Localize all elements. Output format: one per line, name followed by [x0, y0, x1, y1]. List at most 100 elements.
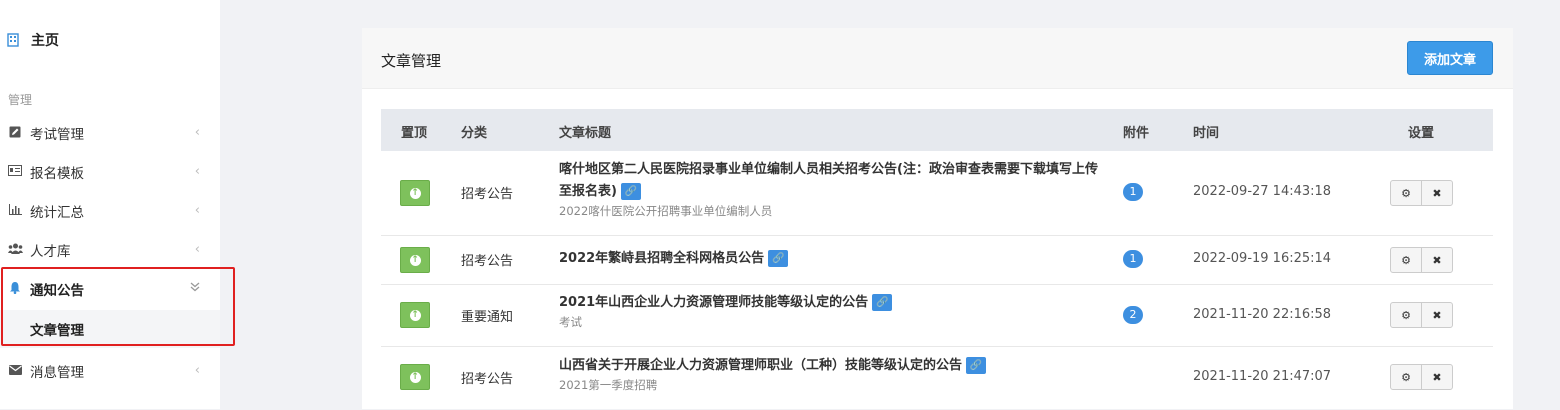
bar-chart-icon — [8, 204, 22, 218]
time-cell: 2021-11-20 21:47:07 — [1193, 369, 1332, 384]
header-category: 分类 — [461, 126, 488, 141]
title-cell: 2022年繁峙县招聘全科网格员公告 🔗 — [559, 248, 1109, 270]
chevron-left-icon: ‹ — [194, 363, 200, 378]
sidebar-item-label: 统计汇总 — [30, 205, 84, 221]
gears-icon: ⚙ — [1401, 370, 1411, 384]
pin-button[interactable]: ↑ — [400, 180, 430, 206]
chevron-left-icon: ‹ — [194, 242, 200, 257]
delete-button[interactable]: ✖ — [1421, 180, 1453, 206]
header-time: 时间 — [1193, 126, 1220, 141]
nav-home[interactable]: 主页 — [0, 30, 220, 50]
sidebar-item-notice[interactable]: 通知公告 — [0, 270, 220, 308]
article-title-line: 山西省关于开展企业人力资源管理师职业（工种）技能等级认定的公告 🔗 — [559, 355, 1109, 377]
title-cell: 2021年山西企业人力资源管理师技能等级认定的公告 🔗 考试 — [559, 292, 1109, 330]
close-icon: ✖ — [1432, 253, 1442, 267]
chevron-left-icon: ‹ — [194, 203, 200, 218]
delete-button[interactable]: ✖ — [1421, 247, 1453, 273]
attachment-count-badge: 1 — [1123, 250, 1143, 268]
link-icon[interactable]: 🔗 — [872, 294, 893, 311]
article-panel: 文章管理 添加文章 置顶 分类 文章标题 附件 时间 设置 ↑ 招考公告 喀什地… — [362, 28, 1513, 409]
article-subtitle: 2022喀什医院公开招聘事业单位编制人员 — [559, 204, 773, 218]
table-row: ↑ 招考公告 喀什地区第二人民医院招录事业单位编制人员相关招考公告(注：政治审查… — [381, 151, 1493, 236]
table-row: ↑ 招考公告 山西省关于开展企业人力资源管理师职业（工种）技能等级认定的公告 🔗 … — [381, 346, 1493, 410]
sidebar-subitem-label: 文章管理 — [30, 323, 84, 339]
sidebar: 主页 管理 考试管理 ‹ 报名模板 ‹ 统计汇总 ‹ 人才库 ‹ 通知公告 文章… — [0, 0, 220, 409]
add-article-button[interactable]: 添加文章 — [1407, 41, 1493, 75]
row-actions: ⚙ ✖ — [1390, 364, 1453, 390]
users-icon — [8, 243, 23, 257]
article-title[interactable]: 2021年山西企业人力资源管理师技能等级认定的公告 — [559, 295, 868, 310]
time-cell: 2021-11-20 22:16:58 — [1193, 307, 1332, 322]
header-settings: 设置 — [1408, 126, 1435, 141]
time-cell: 2022-09-19 16:25:14 — [1193, 251, 1332, 266]
row-actions: ⚙ ✖ — [1390, 180, 1453, 206]
table-row: ↑ 招考公告 2022年繁峙县招聘全科网格员公告 🔗 1 2022-09-19 1… — [381, 235, 1493, 285]
sidebar-item-exam[interactable]: 考试管理 ‹ — [0, 114, 220, 152]
sidebar-item-label: 考试管理 — [30, 127, 84, 143]
sidebar-item-label: 人才库 — [30, 244, 71, 260]
category-cell: 招考公告 — [461, 254, 514, 269]
delete-button[interactable]: ✖ — [1421, 302, 1453, 328]
category-cell: 重要通知 — [461, 310, 514, 325]
time-cell: 2022-09-27 14:43:18 — [1193, 184, 1332, 199]
attachment-count-badge: 2 — [1123, 306, 1143, 324]
attachment-count-badge: 1 — [1123, 183, 1143, 201]
pin-button[interactable]: ↑ — [400, 364, 430, 390]
article-title-line: 喀什地区第二人民医院招录事业单位编制人员相关招考公告(注：政治审查表需要下载填写… — [559, 159, 1109, 203]
settings-button[interactable]: ⚙ — [1390, 364, 1422, 390]
article-title[interactable]: 2022年繁峙县招聘全科网格员公告 — [559, 251, 764, 266]
pin-button[interactable]: ↑ — [400, 302, 430, 328]
id-card-icon — [8, 165, 22, 179]
category-cell: 招考公告 — [461, 187, 514, 202]
article-title-line: 2022年繁峙县招聘全科网格员公告 🔗 — [559, 248, 1109, 270]
sidebar-item-label: 报名模板 — [30, 166, 84, 182]
arrow-up-icon: ↑ — [409, 254, 421, 266]
row-actions: ⚙ ✖ — [1390, 247, 1453, 273]
link-icon[interactable]: 🔗 — [620, 183, 641, 200]
article-subtitle: 考试 — [559, 315, 582, 329]
arrow-up-icon: ↑ — [409, 187, 421, 199]
settings-button[interactable]: ⚙ — [1390, 247, 1422, 273]
sidebar-item-template[interactable]: 报名模板 ‹ — [0, 153, 220, 191]
title-cell: 喀什地区第二人民医院招录事业单位编制人员相关招考公告(注：政治审查表需要下载填写… — [559, 159, 1109, 219]
title-cell: 山西省关于开展企业人力资源管理师职业（工种）技能等级认定的公告 🔗 2021第一季… — [559, 355, 1109, 393]
sidebar-item-label: 消息管理 — [30, 365, 84, 381]
settings-button[interactable]: ⚙ — [1390, 302, 1422, 328]
sidebar-item-stats[interactable]: 统计汇总 ‹ — [0, 192, 220, 230]
building-icon — [7, 33, 21, 47]
category-cell: 招考公告 — [461, 372, 514, 387]
bell-icon — [8, 281, 22, 297]
arrow-up-icon: ↑ — [409, 371, 421, 383]
header-title: 文章标题 — [559, 126, 612, 141]
row-actions: ⚙ ✖ — [1390, 302, 1453, 328]
pin-button[interactable]: ↑ — [400, 247, 430, 273]
gears-icon: ⚙ — [1401, 253, 1411, 267]
section-label: 管理 — [8, 93, 33, 107]
page-title: 文章管理 — [381, 52, 442, 70]
article-title-line: 2021年山西企业人力资源管理师技能等级认定的公告 🔗 — [559, 292, 1109, 314]
sidebar-item-label: 通知公告 — [30, 283, 84, 299]
chevron-left-icon: ‹ — [194, 164, 200, 179]
link-icon[interactable]: 🔗 — [768, 250, 789, 267]
delete-button[interactable]: ✖ — [1421, 364, 1453, 390]
table-header: 置顶 分类 文章标题 附件 时间 设置 — [381, 109, 1493, 151]
nav-home-label: 主页 — [31, 33, 59, 49]
chevron-double-down-icon — [190, 282, 200, 295]
table-row: ↑ 重要通知 2021年山西企业人力资源管理师技能等级认定的公告 🔗 考试 2 2… — [381, 284, 1493, 347]
chevron-left-icon: ‹ — [194, 125, 200, 140]
article-subtitle: 2021第一季度招聘 — [559, 378, 658, 392]
article-title[interactable]: 山西省关于开展企业人力资源管理师职业（工种）技能等级认定的公告 — [559, 358, 962, 373]
gears-icon: ⚙ — [1401, 308, 1411, 322]
sidebar-item-talent[interactable]: 人才库 ‹ — [0, 231, 220, 269]
close-icon: ✖ — [1432, 308, 1442, 322]
gears-icon: ⚙ — [1401, 186, 1411, 200]
sidebar-subitem-article-manage[interactable]: 文章管理 — [0, 310, 220, 348]
header-attachments: 附件 — [1123, 126, 1150, 141]
envelope-icon — [8, 364, 22, 378]
settings-button[interactable]: ⚙ — [1390, 180, 1422, 206]
header-pin: 置顶 — [401, 126, 428, 141]
close-icon: ✖ — [1432, 370, 1442, 384]
edit-icon — [8, 126, 22, 141]
sidebar-item-message[interactable]: 消息管理 ‹ — [0, 352, 220, 390]
link-icon[interactable]: 🔗 — [966, 357, 987, 374]
